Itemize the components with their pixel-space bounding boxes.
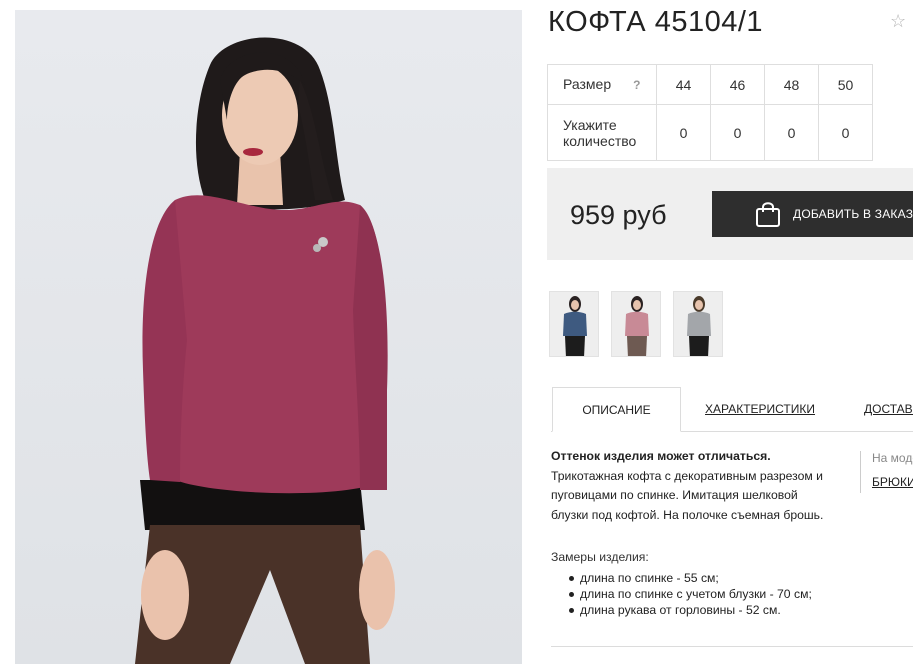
description-note: Оттенок изделия может отличаться. (551, 449, 771, 463)
description-line-1: Трикотажная кофта с декоративным разрезо… (551, 468, 823, 483)
quantity-input-48[interactable]: 0 (764, 104, 819, 161)
size-50: 50 (818, 64, 873, 105)
thumbnail-navy-garment (563, 311, 587, 336)
description-line-2: пуговицами по спинке. Имитация шелковой (551, 488, 798, 502)
size-48: 48 (764, 64, 819, 105)
list-item: длина по спинке с учетом блузки - 70 см; (569, 586, 812, 602)
description-text: Оттенок изделия может отличаться. Трикот… (551, 447, 851, 525)
thumbnail-pink-garment (625, 311, 649, 336)
quantity-label-line1: Укажите (563, 116, 617, 133)
tab-description[interactable]: ОПИСАНИЕ (552, 387, 681, 432)
tab-characteristics[interactable]: ХАРАКТЕРИСТИКИ (705, 387, 815, 431)
measurements-list: длина по спинке - 55 см; длина по спинке… (569, 570, 812, 618)
quantity-label: Укажите количество (547, 104, 657, 161)
price: 959 руб (570, 200, 667, 230)
star-outline-icon[interactable]: ☆ (890, 12, 906, 30)
on-model-note: На модели (872, 451, 913, 465)
size-help-icon[interactable]: ? (633, 77, 640, 93)
thumbnail-pink[interactable] (611, 291, 661, 357)
thumbnail-grey[interactable] (673, 291, 723, 357)
list-item: длина рукава от горловины - 52 см. (569, 602, 812, 618)
quantity-input-50[interactable]: 0 (818, 104, 873, 161)
product-title: КОФТА 45104/1 (548, 6, 764, 38)
thumbnail-navy[interactable] (549, 291, 599, 357)
description-divider (860, 451, 861, 493)
add-to-order-button[interactable]: ДОБАВИТЬ В ЗАКАЗ (712, 191, 913, 237)
bottom-divider (551, 646, 913, 647)
on-model-link[interactable]: БРЮКИ (872, 475, 913, 489)
size-46: 46 (710, 64, 765, 105)
size-label-cell: Размер? (547, 64, 657, 105)
size-label: Размер (563, 76, 612, 92)
tab-delivery[interactable]: ДОСТАВКА (864, 387, 913, 431)
size-44: 44 (656, 64, 711, 105)
product-photo[interactable] (15, 10, 522, 664)
add-to-order-label: ДОБАВИТЬ В ЗАКАЗ (793, 207, 913, 221)
list-item: длина по спинке - 55 см; (569, 570, 812, 586)
quantity-input-46[interactable]: 0 (710, 104, 765, 161)
shopping-bag-icon (754, 200, 782, 233)
size-table: Размер? 44 46 48 50 Укажите количество 0… (547, 64, 873, 161)
quantity-label-line2: количество (563, 132, 637, 149)
measurements-title: Замеры изделия: (551, 550, 649, 564)
quantity-input-44[interactable]: 0 (656, 104, 711, 161)
thumbnail-grey-garment (687, 311, 711, 336)
price-panel: 959 руб ДОБАВИТЬ В ЗАКАЗ (547, 168, 913, 260)
description-line-3: блузки под кофтой. На полочке съемная бр… (551, 507, 824, 522)
